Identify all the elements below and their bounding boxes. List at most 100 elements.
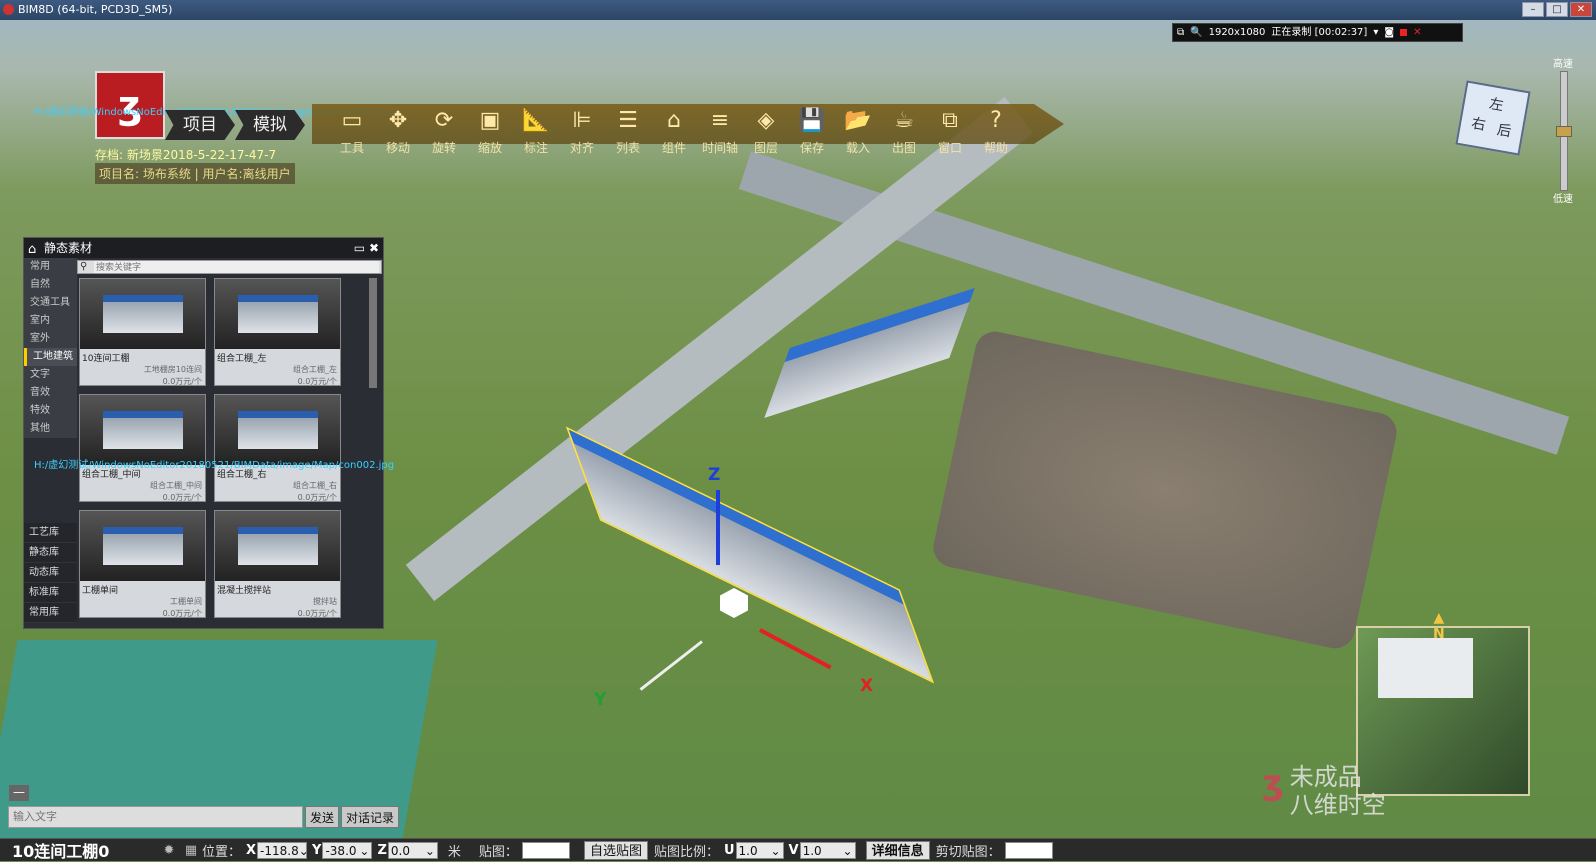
- speed-slider[interactable]: 高速 低速: [1547, 55, 1579, 205]
- watermark: ʒ 未成品 八维时空: [1262, 763, 1386, 819]
- camera-icon[interactable]: ◙: [1384, 24, 1394, 41]
- gizmo-z-axis[interactable]: [716, 490, 720, 565]
- chat-history-button[interactable]: 对话记录: [341, 806, 400, 828]
- asset-card[interactable]: 组合工棚_中间 组合工棚_中间 0.0万元/个: [79, 394, 206, 502]
- asset-preview: [237, 411, 318, 449]
- tab-project[interactable]: 项目: [165, 110, 235, 140]
- panel-scrollbar[interactable]: [369, 278, 377, 388]
- toolbar-button-12[interactable]: ☕ 出图: [881, 106, 927, 156]
- x-stepper-icon[interactable]: ⌄: [299, 843, 309, 858]
- toolbar-button-13[interactable]: ⧉ 窗口: [927, 106, 973, 156]
- toolbar-button-2[interactable]: ⟳ 旋转: [421, 106, 467, 156]
- window-title: BIM8D (64-bit, PCD3D_SM5): [18, 3, 173, 16]
- detail-info-button[interactable]: 详细信息: [865, 840, 930, 860]
- asset-price: 0.0万元/个: [162, 493, 202, 502]
- toolbar-button-10[interactable]: 💾 保存: [789, 106, 835, 156]
- minimap-highlight: [1378, 638, 1473, 698]
- toolbar-button-8[interactable]: ≡ 时间轴: [697, 106, 743, 156]
- cube-face-back[interactable]: 后: [1495, 119, 1513, 141]
- asset-thumbnail: [215, 279, 340, 349]
- asset-card[interactable]: 10连间工棚 工地棚房10连间 0.0万元/个: [79, 278, 206, 386]
- chat-minimize-button[interactable]: —: [9, 785, 29, 801]
- grid-icon[interactable]: ▦: [180, 843, 202, 858]
- gizmo-y-axis[interactable]: [639, 640, 703, 691]
- library-item[interactable]: 动态库: [24, 563, 77, 583]
- maximize-button[interactable]: □: [1546, 2, 1568, 17]
- toolbar-button-5[interactable]: ⊫ 对齐: [559, 106, 605, 156]
- toolbar-button-6[interactable]: ☰ 列表: [605, 106, 651, 156]
- magnify-icon[interactable]: 🔍: [1190, 24, 1202, 41]
- panel-close-icon[interactable]: ✖: [369, 241, 379, 255]
- panel-maximize-icon[interactable]: ▭: [354, 241, 365, 255]
- asset-search[interactable]: ⚲: [77, 260, 382, 274]
- search-input[interactable]: [94, 261, 379, 273]
- asset-card[interactable]: 混凝土搅拌站 搅拌站 0.0万元/个: [214, 510, 341, 618]
- auto-texture-button[interactable]: 自选贴图: [583, 840, 648, 860]
- z-stepper-icon[interactable]: ⌄: [425, 843, 435, 858]
- v-field[interactable]: 1.0 ⌄: [799, 841, 856, 859]
- category-item[interactable]: 室内: [24, 312, 77, 330]
- asset-card[interactable]: 组合工棚_左 组合工棚_左 0.0万元/个: [214, 278, 341, 386]
- toolbar-button-3[interactable]: ▣ 缩放: [467, 106, 513, 156]
- dropdown-icon[interactable]: ▾: [1373, 24, 1378, 41]
- u-axis-label: U: [723, 842, 735, 858]
- stop-icon[interactable]: [1400, 29, 1408, 36]
- y-stepper-icon[interactable]: ⌄: [359, 843, 369, 858]
- toolbar-button-14[interactable]: ? 帮助: [973, 106, 1019, 156]
- category-item[interactable]: 音效: [24, 384, 77, 402]
- toolbar-button-11[interactable]: 📂 载入: [835, 106, 881, 156]
- category-item[interactable]: 室外: [24, 330, 77, 348]
- unit-label: 米: [447, 844, 461, 860]
- v-stepper-icon[interactable]: ⌄: [843, 843, 853, 858]
- toolbar-label: 窗口: [937, 141, 962, 155]
- x-field[interactable]: -118.8 ⌄: [257, 841, 309, 859]
- library-item[interactable]: 工艺库: [24, 523, 77, 543]
- category-item[interactable]: 工地建筑: [24, 348, 77, 366]
- toolbar-button-0[interactable]: ▭ 工具: [329, 106, 375, 156]
- gizmo-x-axis[interactable]: [759, 628, 832, 670]
- asset-card[interactable]: 工棚单间 工棚单间 0.0万元/个: [79, 510, 206, 618]
- asset-meta: 组合工棚_中间: [150, 481, 202, 490]
- chat-input[interactable]: [8, 806, 303, 828]
- cube-face-left[interactable]: 左: [1488, 93, 1506, 115]
- send-button[interactable]: 发送: [305, 806, 340, 828]
- toolbar-button-7[interactable]: ⌂ 组件: [651, 106, 697, 156]
- asset-thumbnail: [215, 511, 340, 581]
- library-item[interactable]: 标准库: [24, 583, 77, 603]
- asset-card[interactable]: 组合工棚_右 组合工棚_右 0.0万元/个: [214, 394, 341, 502]
- y-field[interactable]: -38.0 ⌄: [322, 841, 373, 859]
- gizmo-center-handle[interactable]: [720, 588, 748, 618]
- category-item[interactable]: 交通工具: [24, 294, 77, 312]
- clip-texture-preview[interactable]: [1004, 841, 1053, 859]
- z-field[interactable]: 0.0 ⌄: [387, 841, 438, 859]
- save-icon: 💾: [798, 108, 826, 133]
- library-item[interactable]: 静态库: [24, 543, 77, 563]
- tab-simulate[interactable]: 模拟: [235, 110, 305, 140]
- category-item[interactable]: 自然: [24, 276, 77, 294]
- window-titlebar: BIM8D (64-bit, PCD3D_SM5) – □ ✕: [0, 0, 1596, 20]
- toolbar-label: 旋转: [431, 141, 456, 155]
- library-item[interactable]: 常用库: [24, 603, 77, 623]
- toolbar-button-1[interactable]: ✥ 移动: [375, 106, 421, 156]
- category-item[interactable]: 其他: [24, 420, 77, 438]
- selected-building[interactable]: [566, 423, 934, 687]
- toolbar-button-9[interactable]: ◈ 图层: [743, 106, 789, 156]
- u-field[interactable]: 1.0 ⌄: [735, 841, 784, 859]
- category-item[interactable]: 常用: [24, 258, 77, 276]
- speed-knob[interactable]: [1556, 126, 1572, 137]
- status-bar: 10连间工棚0 ✹ ▦ 位置： X -118.8 ⌄ Y -38.0 ⌄ Z 0.0 ⌄ 米…: [0, 838, 1596, 861]
- toolbar-button-4[interactable]: 📐 标注: [513, 106, 559, 156]
- texture-preview[interactable]: [521, 841, 570, 859]
- close-button[interactable]: ✕: [1570, 2, 1592, 17]
- u-stepper-icon[interactable]: ⌄: [770, 843, 780, 858]
- north-indicator: ▲ N: [1433, 610, 1445, 642]
- view-cube[interactable]: 右 后 左: [1455, 80, 1531, 156]
- record-close-icon[interactable]: ✕: [1413, 24, 1421, 41]
- minimize-button[interactable]: –: [1522, 2, 1544, 17]
- category-item[interactable]: 特效: [24, 402, 77, 420]
- restore-icon[interactable]: ⧉: [1177, 24, 1184, 41]
- sun-icon[interactable]: ✹: [158, 843, 180, 858]
- texture-ratio-label: 贴图比例：: [653, 844, 719, 860]
- category-item[interactable]: 文字: [24, 366, 77, 384]
- cube-face-right[interactable]: 右: [1470, 112, 1488, 134]
